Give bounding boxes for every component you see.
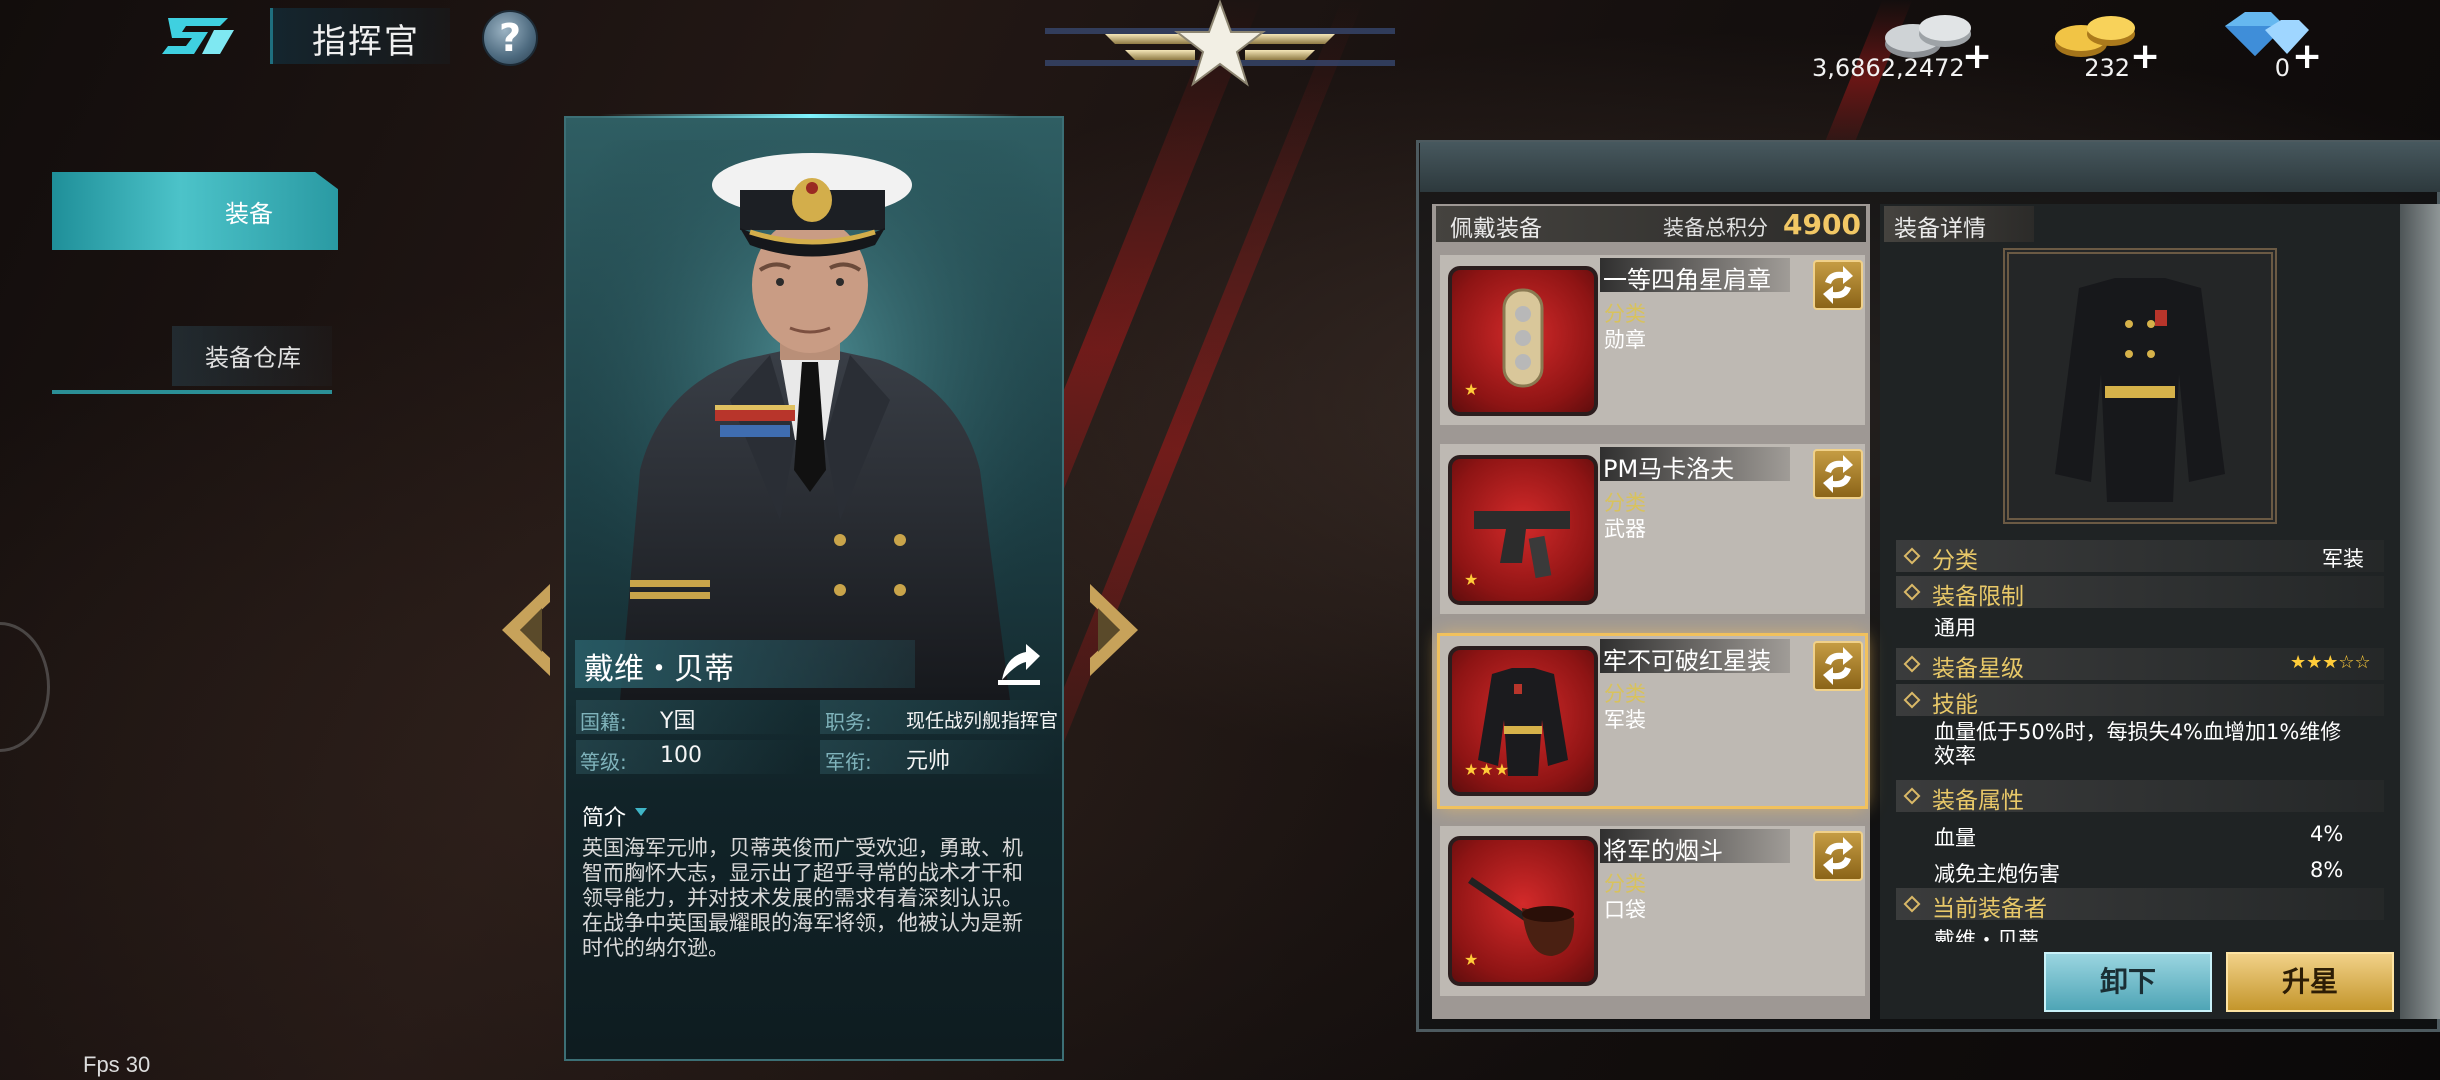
intro-toggle-icon[interactable] bbox=[635, 808, 647, 816]
item-stars: ★★★ bbox=[1464, 760, 1511, 779]
rank-emblem-icon bbox=[1045, 0, 1395, 87]
item-stars: ★ bbox=[1464, 950, 1480, 969]
attr-value: 4% bbox=[2310, 822, 2344, 846]
detail-limit-label: 装备限制 bbox=[1932, 584, 2024, 610]
attr-name: 减免主炮伤害 bbox=[1934, 862, 2060, 886]
detail-attrs-label: 装备属性 bbox=[1932, 788, 2024, 814]
upgrade-star-button[interactable]: 升星 bbox=[2226, 952, 2394, 1012]
intro-label[interactable]: 简介 bbox=[582, 800, 626, 832]
score-value: 4900 bbox=[1783, 208, 1861, 241]
detail-stars-value: ★★★☆☆ bbox=[2290, 652, 2371, 673]
detail-owner-clip: 戴维・贝蒂 bbox=[1934, 926, 2374, 942]
detail-category-label: 分类 bbox=[1932, 548, 1978, 574]
detail-skill-text: 血量低于50%时，每损失4%血增加1%维修效率 bbox=[1934, 720, 2342, 768]
unload-button[interactable]: 卸下 bbox=[2044, 952, 2212, 1012]
swap-button[interactable] bbox=[1813, 831, 1863, 881]
duty-label: 职务: bbox=[825, 710, 872, 734]
tab-equip-label: 装备 bbox=[225, 200, 273, 228]
fps-counter: Fps 30 bbox=[83, 1052, 151, 1077]
attr-value: 8% bbox=[2310, 858, 2344, 882]
game-logo-icon[interactable] bbox=[158, 12, 238, 60]
diamonds-add-button[interactable]: + bbox=[2292, 36, 2322, 77]
gold-coins-value: 232 bbox=[2084, 54, 2130, 82]
panel-edge bbox=[2400, 204, 2440, 1019]
detail-limit-value: 通用 bbox=[1934, 616, 1976, 640]
detail-header: 装备详情 bbox=[1894, 216, 1986, 242]
help-button[interactable]: ? bbox=[482, 10, 538, 66]
next-commander-arrow-icon[interactable] bbox=[1086, 580, 1142, 680]
item-category: 武器 bbox=[1604, 517, 1646, 541]
swap-button[interactable] bbox=[1813, 260, 1863, 310]
detail-owner-value: 戴维・贝蒂 bbox=[1934, 928, 2039, 942]
swap-button[interactable] bbox=[1813, 449, 1863, 499]
rank-label: 军衔: bbox=[825, 750, 872, 774]
tab-equip[interactable] bbox=[52, 172, 338, 250]
card-glow-line bbox=[600, 114, 1020, 118]
side-joystick[interactable] bbox=[0, 622, 50, 752]
silver-coins-value: 3,6862,2472 bbox=[1812, 54, 1965, 82]
swap-icon bbox=[1823, 837, 1853, 875]
silver-add-button[interactable]: + bbox=[1962, 36, 1992, 77]
item-category: 军装 bbox=[1604, 708, 1646, 732]
item-stars: ★ bbox=[1464, 570, 1480, 589]
item-category: 口袋 bbox=[1604, 898, 1646, 922]
swap-icon bbox=[1823, 455, 1853, 493]
prev-commander-arrow-icon[interactable] bbox=[498, 580, 554, 680]
detail-item-image bbox=[2003, 248, 2277, 524]
swap-icon bbox=[1823, 647, 1853, 685]
tab-warehouse-label: 装备仓库 bbox=[205, 344, 301, 372]
item-category: 勋章 bbox=[1604, 328, 1646, 352]
country-value: Y国 bbox=[660, 709, 696, 734]
level-value: 100 bbox=[660, 743, 702, 768]
score-label: 装备总积分 bbox=[1663, 216, 1768, 240]
level-label: 等级: bbox=[580, 750, 627, 774]
page-title: 指挥官 bbox=[312, 23, 420, 61]
detail-stars-label: 装备星级 bbox=[1932, 656, 2024, 682]
worn-header: 佩戴装备 bbox=[1450, 216, 1542, 242]
gold-add-button[interactable]: + bbox=[2130, 36, 2160, 77]
rank-value: 元帅 bbox=[906, 749, 951, 774]
item-name: 一等四角星肩章 bbox=[1603, 266, 1771, 294]
commander-portrait bbox=[580, 140, 1050, 700]
intro-text: 英国海军元帅，贝蒂英俊而广受欢迎，勇敢、机智而胸怀大志，显示出了超乎寻常的战术才… bbox=[582, 836, 1023, 960]
share-icon[interactable] bbox=[994, 640, 1044, 690]
detail-category-value: 军装 bbox=[2322, 547, 2364, 571]
country-label: 国籍: bbox=[580, 710, 627, 734]
item-name: 将军的烟斗 bbox=[1603, 837, 1723, 865]
commander-name: 戴维・贝蒂 bbox=[584, 652, 734, 687]
item-name: 牢不可破红星装 bbox=[1603, 647, 1771, 675]
swap-button[interactable] bbox=[1813, 641, 1863, 691]
equipment-panel-top bbox=[1420, 142, 2440, 192]
diamonds-value: 0 bbox=[2274, 54, 2290, 82]
item-stars: ★ bbox=[1464, 380, 1480, 399]
attr-name: 血量 bbox=[1934, 826, 1976, 850]
swap-icon bbox=[1823, 266, 1853, 304]
detail-owner-label: 当前装备者 bbox=[1932, 896, 2047, 922]
detail-skill-label: 技能 bbox=[1932, 692, 1978, 718]
duty-value: 现任战列舰指挥官 bbox=[906, 710, 1059, 732]
item-name: PM马卡洛夫 bbox=[1603, 455, 1735, 483]
